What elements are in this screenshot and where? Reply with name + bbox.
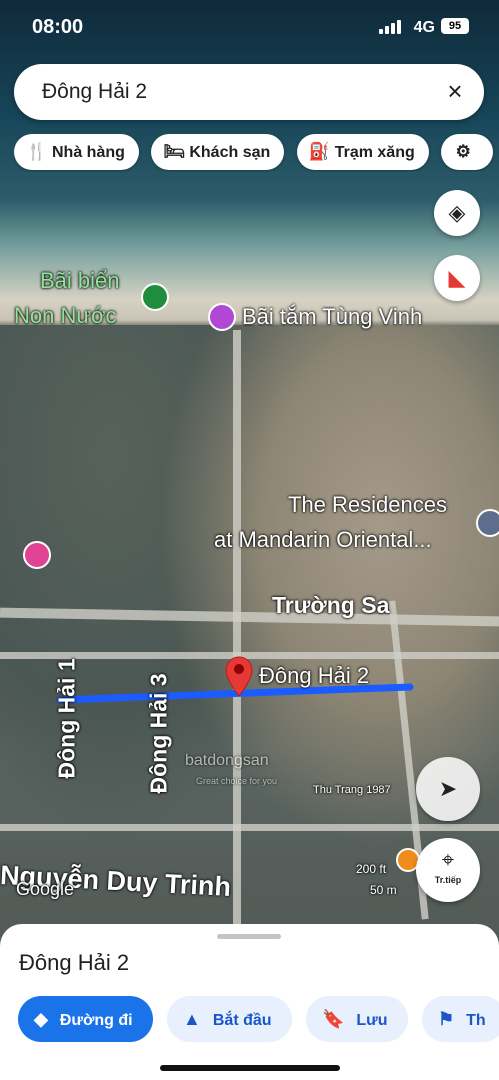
action-buttons: ◆ Đường đi ▲ Bắt đầu 🔖 Lưu ⚑ Th — [18, 996, 499, 1044]
compass-button[interactable]: ◣ — [434, 255, 480, 301]
sheet-drag-handle[interactable] — [217, 934, 281, 939]
status-network: 4G — [413, 19, 435, 36]
scale-m: 50 m — [370, 883, 397, 897]
map-label-residences-line1: The Residences — [288, 492, 447, 517]
google-logo: Google — [16, 879, 75, 899]
category-chips: 🍴 Nhà hàng 🛏 Khách sạn ⛽ Trạm xăng ⚙ — [14, 134, 499, 172]
chip-restaurants[interactable]: 🍴 Nhà hàng — [14, 134, 139, 170]
layers-icon: ◈ — [448, 200, 466, 225]
status-time: 08:00 — [32, 16, 84, 38]
battery-icon: 95 — [441, 18, 469, 34]
home-indicator[interactable] — [160, 1065, 340, 1071]
attractions-icon: ⚙ — [455, 142, 471, 161]
map-label-dong-hai-3: Đông Hải 3 — [145, 673, 172, 794]
directions-fab[interactable]: ⌖ Tr.tiếp — [416, 838, 480, 902]
scale-ft: 200 ft — [356, 862, 387, 876]
map-label-dong-hai-2: Đông Hải 2 — [259, 663, 370, 688]
map-label-beach1-line2: Non Nước — [14, 303, 117, 328]
hotel-icon: 🛏 — [163, 142, 185, 161]
action-label: Th — [466, 1012, 486, 1029]
map-label-dong-hai-1: Đông Hải 1 — [53, 658, 80, 779]
map-label-beach1-line1: Bãi biển — [40, 268, 120, 293]
directions-pin-icon: ⌖ — [441, 847, 455, 872]
map-label-truong-sa: Trường Sa — [272, 592, 390, 618]
directions-button[interactable]: ◆ Đường đi — [18, 996, 153, 1042]
place-title: Đông Hải 2 — [19, 950, 130, 975]
action-label: Bắt đầu — [212, 1012, 272, 1029]
navigation-icon: ▲ — [183, 1009, 201, 1029]
restaurant-icon: 🍴 — [26, 142, 48, 161]
action-label: Đường đi — [59, 1012, 133, 1029]
chip-label: Trạm xăng — [334, 144, 415, 161]
start-button[interactable]: ▲ Bắt đầu — [167, 996, 292, 1042]
action-label: Lưu — [356, 1012, 388, 1029]
chip-more[interactable]: ⚙ — [441, 134, 494, 170]
directions-fab-label: Tr.tiếp — [434, 875, 462, 885]
my-location-button[interactable]: ➤ — [416, 757, 480, 821]
search-query[interactable]: Đông Hải 2 — [42, 80, 147, 104]
watermark-sub: Great choice for you — [196, 776, 278, 786]
status-bar: 08:00 4G 95 — [0, 0, 499, 56]
map-label-beach2: Bãi tắm Tùng Vinh — [242, 304, 423, 329]
search-bar[interactable]: Đông Hải 2 × — [14, 64, 484, 120]
flag-icon: ⚑ — [438, 1009, 455, 1029]
layers-button[interactable]: ◈ — [434, 190, 480, 236]
chip-label: Nhà hàng — [52, 144, 125, 161]
map-label-thu-trang: Thu Trang 1987 — [313, 784, 391, 796]
bottom-sheet[interactable]: Đông Hải 2 ◆ Đường đi ▲ Bắt đầu 🔖 Lưu ⚑ Th — [0, 924, 499, 1080]
chip-label: Khách sạn — [189, 144, 271, 161]
compass-icon: ◣ — [448, 265, 466, 290]
camera-poi-icon[interactable] — [208, 303, 236, 331]
signal-icon — [379, 20, 401, 34]
chip-hotels[interactable]: 🛏 Khách sạn — [151, 134, 285, 170]
beach-poi-icon[interactable] — [141, 283, 169, 311]
gas-station-icon: ⛽ — [308, 142, 330, 161]
location-arrow-icon: ➤ — [438, 776, 458, 801]
hotel-poi-icon[interactable] — [23, 541, 51, 569]
directions-icon: ◆ — [34, 1009, 48, 1029]
save-button[interactable]: 🔖 Lưu — [305, 996, 408, 1042]
label-button[interactable]: ⚑ Th — [422, 996, 499, 1042]
watermark: batdongsan — [185, 752, 269, 769]
bookmark-icon: 🔖 — [321, 1009, 345, 1029]
map-label-residences-line2: at Mandarin Oriental... — [214, 527, 432, 552]
place-poi-icon[interactable] — [476, 509, 499, 537]
close-icon[interactable]: × — [442, 78, 468, 104]
chip-gas[interactable]: ⛽ Trạm xăng — [296, 134, 429, 170]
